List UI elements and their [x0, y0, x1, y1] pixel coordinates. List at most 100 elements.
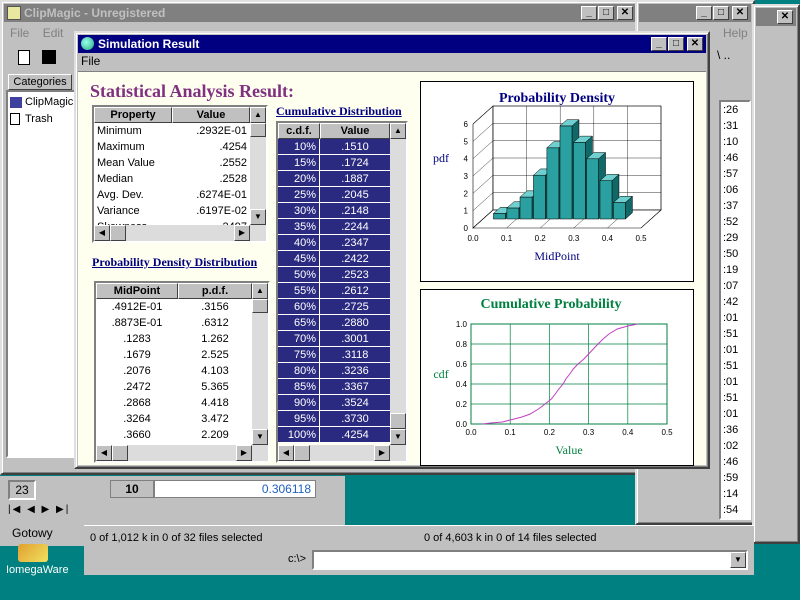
close-button[interactable]: ✕	[732, 6, 748, 20]
scroll-thumb[interactable]	[112, 445, 128, 461]
time-list-item[interactable]: :07	[721, 278, 749, 294]
time-list-item[interactable]: :29	[721, 230, 749, 246]
pdd-row[interactable]: .4912E-01 .3156	[96, 299, 252, 315]
save-icon[interactable]	[42, 50, 56, 64]
bg2-titlebar[interactable]: _ □ ✕	[639, 4, 751, 22]
close-button[interactable]: ✕	[617, 6, 633, 20]
time-list-item[interactable]: :36	[721, 422, 749, 438]
sheet-tabs-nav[interactable]: |◀ ◀ ▶ ▶|	[8, 504, 78, 520]
stats-row[interactable]: Avg. Dev. .6274E-01	[94, 187, 250, 203]
cd-row[interactable]: 100% .4254	[278, 427, 390, 443]
time-list-item[interactable]: :51	[721, 326, 749, 342]
close-button[interactable]: ✕	[777, 10, 793, 24]
cell-value[interactable]: 0.306118	[154, 480, 316, 498]
pdd-row[interactable]: .2472 5.365	[96, 379, 252, 395]
cd-row[interactable]: 35% .2244	[278, 219, 390, 235]
cd-vscroll[interactable]: ▲ ▼	[390, 123, 406, 445]
cd-row[interactable]: 10% .1510	[278, 139, 390, 155]
cd-row[interactable]: 80% .3236	[278, 363, 390, 379]
cd-row[interactable]: 95% .3730	[278, 411, 390, 427]
time-list-item[interactable]: :14	[721, 486, 749, 502]
cd-row[interactable]: 90% .3524	[278, 395, 390, 411]
pdd-row[interactable]: .1679 2.525	[96, 347, 252, 363]
scroll-thumb[interactable]	[294, 445, 310, 461]
bg3-titlebar[interactable]: ✕	[756, 8, 796, 26]
desktop-icon-iomegaware[interactable]: IomegaWare	[4, 544, 74, 594]
scroll-right-icon[interactable]: ▶	[234, 225, 250, 241]
time-list-item[interactable]: :10	[721, 134, 749, 150]
cd-row[interactable]: 20% .1887	[278, 171, 390, 187]
pdd-row[interactable]: .1283 1.262	[96, 331, 252, 347]
scroll-up-icon[interactable]: ▲	[390, 123, 406, 139]
scroll-down-icon[interactable]: ▼	[390, 429, 406, 445]
time-list-item[interactable]: :06	[721, 182, 749, 198]
cd-row[interactable]: 15% .1724	[278, 155, 390, 171]
minimize-button[interactable]: _	[696, 6, 712, 20]
cd-row[interactable]: 45% .2422	[278, 251, 390, 267]
pdd-hscroll[interactable]: ◀ ▶	[96, 445, 268, 461]
cd-row[interactable]: 55% .2612	[278, 283, 390, 299]
pdd-row[interactable]: .3660 2.209	[96, 427, 252, 443]
stats-row[interactable]: Maximum .4254	[94, 139, 250, 155]
menu-file[interactable]: File	[10, 26, 29, 40]
time-list-item[interactable]: :50	[721, 246, 749, 262]
scroll-up-icon[interactable]: ▲	[250, 107, 266, 123]
time-list-item[interactable]: :01	[721, 374, 749, 390]
clipmagic-titlebar[interactable]: ClipMagic - Unregistered _ □ ✕	[4, 4, 636, 22]
stats-header-property[interactable]: Property	[94, 107, 172, 123]
pdd-header-pdf[interactable]: p.d.f.	[178, 283, 252, 299]
stats-vscroll[interactable]: ▲ ▼	[250, 107, 266, 225]
time-list-item[interactable]: :54	[721, 502, 749, 518]
scroll-left-icon[interactable]: ◀	[96, 445, 112, 461]
stats-row[interactable]: Minimum .2932E-01	[94, 123, 250, 139]
time-list-item[interactable]: :57	[721, 166, 749, 182]
cd-row[interactable]: 25% .2045	[278, 187, 390, 203]
time-list-item[interactable]: :02	[721, 438, 749, 454]
cd-hscroll[interactable]: ◀ ▶	[278, 445, 406, 461]
cd-row[interactable]: 70% .3001	[278, 331, 390, 347]
scroll-thumb[interactable]	[250, 123, 266, 137]
maximize-button[interactable]: □	[713, 6, 729, 20]
maximize-button[interactable]: □	[598, 6, 614, 20]
scroll-right-icon[interactable]: ▶	[374, 445, 390, 461]
minimize-button[interactable]: _	[581, 6, 597, 20]
menu-help[interactable]: Help	[723, 26, 748, 40]
cd-row[interactable]: 30% .2148	[278, 203, 390, 219]
stats-row[interactable]: Median .2528	[94, 171, 250, 187]
cd-header-cdf[interactable]: c.d.f.	[278, 123, 320, 139]
sim-titlebar[interactable]: Simulation Result _ □ ✕	[78, 35, 706, 53]
scroll-up-icon[interactable]: ▲	[252, 283, 268, 299]
minimize-button[interactable]: _	[651, 37, 667, 51]
scroll-thumb[interactable]	[252, 299, 268, 313]
scroll-left-icon[interactable]: ◀	[278, 445, 294, 461]
time-list-item[interactable]: :01	[721, 406, 749, 422]
time-list-item[interactable]: :26	[721, 102, 749, 118]
pdd-header-midpoint[interactable]: MidPoint	[96, 283, 178, 299]
menu-edit[interactable]: Edit	[43, 26, 64, 40]
pdd-row[interactable]: .2868 4.418	[96, 395, 252, 411]
pdd-row[interactable]: .3264 3.472	[96, 411, 252, 427]
time-list-item[interactable]: :42	[721, 294, 749, 310]
time-list-item[interactable]: :51	[721, 390, 749, 406]
scroll-thumb[interactable]	[390, 413, 406, 429]
maximize-button[interactable]: □	[668, 37, 684, 51]
time-list-item[interactable]: :51	[721, 358, 749, 374]
scroll-down-icon[interactable]: ▼	[252, 429, 268, 445]
category-clipmagic[interactable]: ClipMagic	[10, 94, 73, 110]
pdd-row[interactable]: .8873E-01 .6312	[96, 315, 252, 331]
stats-row[interactable]: Variance .6197E-02	[94, 203, 250, 219]
stats-header-value[interactable]: Value	[172, 107, 250, 123]
categories-header[interactable]: Categories	[8, 74, 72, 90]
pdd-vscroll[interactable]: ▲ ▼	[252, 283, 268, 445]
cd-row[interactable]: 75% .3118	[278, 347, 390, 363]
dropdown-arrow-icon[interactable]: ▼	[730, 552, 746, 568]
scroll-right-icon[interactable]: ▶	[236, 445, 252, 461]
scroll-thumb[interactable]	[110, 225, 126, 241]
command-input[interactable]: ▼	[312, 550, 748, 570]
time-list-item[interactable]: :01	[721, 342, 749, 358]
time-list-item[interactable]: :37	[721, 198, 749, 214]
cd-header-value[interactable]: Value	[320, 123, 390, 139]
cd-row[interactable]: 40% .2347	[278, 235, 390, 251]
cd-row[interactable]: 85% .3367	[278, 379, 390, 395]
time-list-item[interactable]: :01	[721, 310, 749, 326]
